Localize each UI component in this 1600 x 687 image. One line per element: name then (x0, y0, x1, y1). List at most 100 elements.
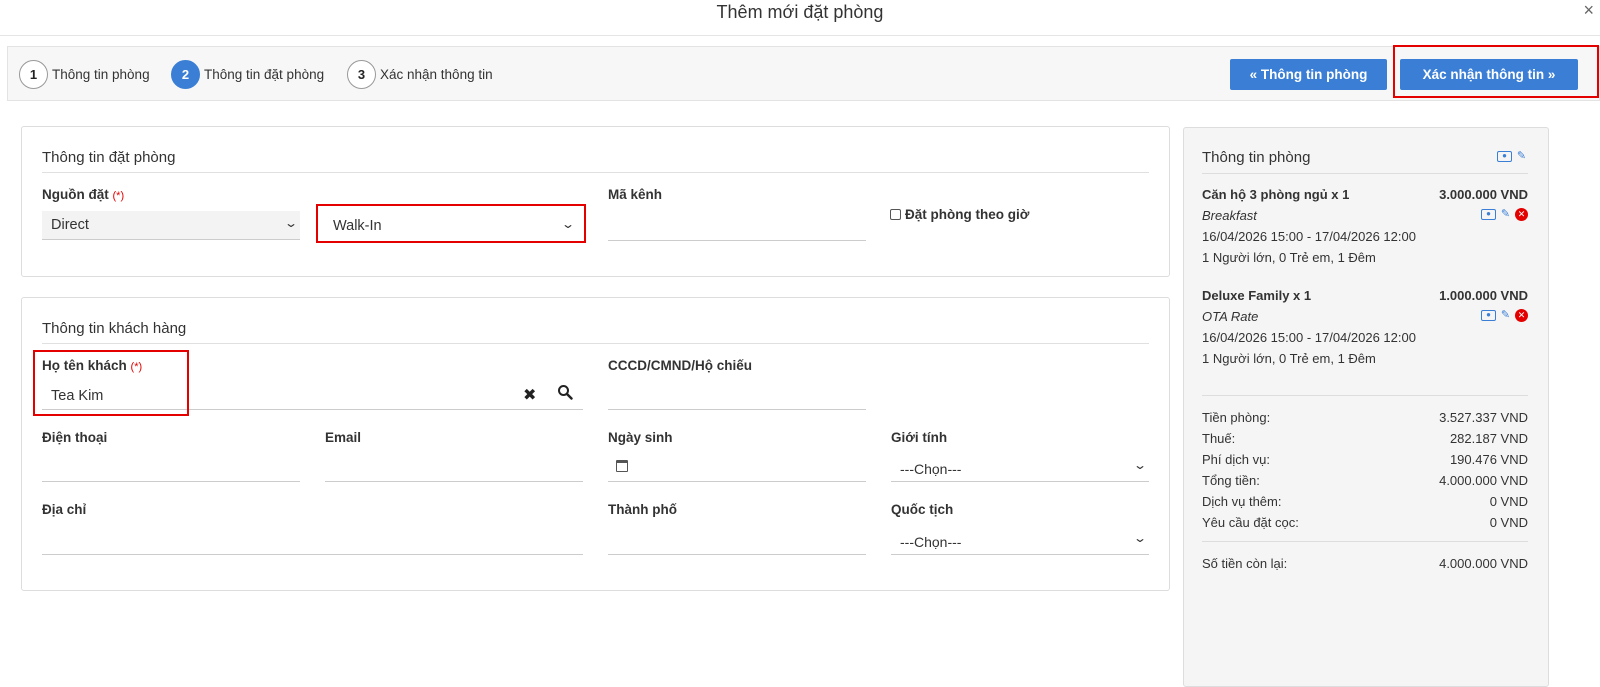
room-rate-row: OTA Rate ● ✎ ✕ (1202, 309, 1528, 324)
nationality-select[interactable]: ---Chọn--- ⌄ (891, 527, 1149, 555)
step-number: 1 (19, 60, 48, 89)
city-label: Thành phố (608, 502, 677, 517)
total-value: 4.000.000 VND (1439, 473, 1528, 488)
total-label: Yêu cầu đặt cọc: (1202, 515, 1299, 530)
underline (608, 554, 866, 555)
remaining-value: 4.000.000 VND (1439, 556, 1528, 571)
source-select[interactable]: Direct ⌄ (42, 211, 300, 240)
step-room-info[interactable]: 1 Thông tin phòng (19, 60, 150, 89)
hourly-label: Đặt phòng theo giờ (905, 207, 1030, 222)
delete-icon[interactable]: ✕ (1515, 309, 1528, 322)
phone-input[interactable] (42, 454, 300, 482)
modal-header: Thêm mới đặt phòng × (0, 0, 1600, 36)
total-label: Dịch vụ thêm: (1202, 494, 1282, 509)
room-price: 3.000.000 VND (1439, 187, 1528, 202)
step-label: Thông tin đặt phòng (204, 67, 325, 82)
search-icon[interactable] (557, 384, 575, 402)
room-summary-panel: Thông tin phòng ● ✎ Căn hộ 3 phòng ngủ x… (1183, 127, 1549, 687)
hourly-checkbox-row[interactable]: Đặt phòng theo giờ (890, 207, 1029, 222)
gender-value: ---Chọn--- (900, 461, 962, 477)
total-value: 0 VND (1489, 515, 1528, 530)
prev-room-info-button[interactable]: « Thông tin phòng (1230, 59, 1387, 90)
total-row: Yêu cầu đặt cọc: 0 VND (1202, 515, 1528, 530)
delete-icon[interactable]: ✕ (1515, 208, 1528, 221)
rate-plan: Breakfast (1202, 208, 1257, 223)
total-row: Tiền phòng: 3.527.337 VND (1202, 410, 1528, 425)
booking-info-panel: Thông tin đặt phòng Nguồn đặt (*) Direct… (21, 126, 1170, 277)
dob-label: Ngày sinh (608, 430, 673, 445)
address-label: Địa chỉ (42, 502, 87, 517)
edit-icon[interactable]: ✎ (1515, 150, 1528, 163)
total-value: 3.527.337 VND (1439, 410, 1528, 425)
gender-label: Giới tính (891, 430, 948, 445)
divider (1202, 395, 1528, 396)
total-value: 0 VND (1489, 494, 1528, 509)
rate-plan: OTA Rate (1202, 309, 1259, 324)
room-rate-row: Breakfast ● ✎ ✕ (1202, 208, 1528, 223)
total-value: 282.187 VND (1449, 431, 1528, 446)
chevron-down-icon: ⌄ (283, 216, 299, 230)
wizard-stepbar: 1 Thông tin phòng 2 Thông tin đặt phòng … (7, 46, 1600, 101)
underline (608, 240, 866, 241)
underline (891, 554, 1149, 555)
customer-info-panel: Thông tin khách hàng Họ tên khách (*) Te… (21, 297, 1170, 591)
gender-select[interactable]: ---Chọn--- ⌄ (891, 454, 1149, 482)
room-dates: 16/04/2026 15:00 - 17/04/2026 12:00 (1202, 229, 1416, 244)
step-label: Thông tin phòng (52, 67, 150, 82)
nationality-value: ---Chọn--- (900, 534, 962, 550)
hourly-checkbox[interactable] (890, 209, 901, 220)
source-value: Direct (51, 217, 89, 233)
underline (608, 481, 866, 482)
channel-label: Mã kênh (608, 187, 663, 202)
id-input[interactable] (608, 382, 866, 410)
remaining-row: Số tiền còn lại: 4.000.000 VND (1202, 556, 1528, 571)
step-booking-info[interactable]: 2 Thông tin đặt phòng (171, 60, 324, 89)
source-label-text: Nguồn đặt (42, 187, 109, 202)
summary-title: Thông tin phòng (1202, 149, 1311, 166)
id-label: CCCD/CMND/Hộ chiếu (608, 358, 752, 373)
highlight-box (1393, 45, 1599, 98)
modal-title: Thêm mới đặt phòng (716, 2, 884, 22)
total-row: Phí dịch vụ: 190.476 VND (1202, 452, 1528, 467)
nationality-label: Quốc tịch (891, 502, 954, 517)
channel-input[interactable] (608, 213, 866, 241)
calendar-icon[interactable] (616, 460, 628, 472)
money-icon[interactable]: ● (1497, 151, 1512, 162)
highlight-box (33, 350, 189, 416)
step-label: Xác nhận thông tin (380, 67, 493, 82)
total-label: Thuế: (1202, 431, 1236, 446)
divider (42, 343, 1149, 344)
total-label: Phí dịch vụ: (1202, 452, 1270, 467)
room-item: Deluxe Family x 1 1.000.000 VND (1202, 288, 1528, 303)
step-confirm[interactable]: 3 Xác nhận thông tin (347, 60, 493, 89)
address-input[interactable] (42, 526, 583, 555)
room-name: Căn hộ 3 phòng ngủ x 1 (1202, 187, 1350, 202)
total-label: Tổng tiền: (1202, 473, 1260, 488)
edit-icon[interactable]: ✎ (1499, 309, 1512, 322)
source-label: Nguồn đặt (*) (42, 187, 124, 202)
room-dates: 16/04/2026 15:00 - 17/04/2026 12:00 (1202, 330, 1416, 345)
room-name: Deluxe Family x 1 (1202, 288, 1312, 303)
underline (608, 409, 866, 410)
email-input[interactable] (325, 454, 583, 482)
underline (891, 481, 1149, 482)
clear-icon[interactable]: ✖ (523, 385, 536, 405)
required-mark: (*) (112, 190, 125, 202)
room-guests: 1 Người lớn, 0 Trẻ em, 1 Đêm (1202, 250, 1376, 265)
edit-icon[interactable]: ✎ (1499, 208, 1512, 221)
room-guests: 1 Người lớn, 0 Trẻ em, 1 Đêm (1202, 351, 1376, 366)
dob-input[interactable] (608, 454, 866, 482)
total-label: Tiền phòng: (1202, 410, 1271, 425)
room-item: Căn hộ 3 phòng ngủ x 1 3.000.000 VND (1202, 187, 1528, 202)
city-input[interactable] (608, 526, 866, 555)
money-icon[interactable]: ● (1481, 310, 1496, 321)
total-value: 190.476 VND (1449, 452, 1528, 467)
remaining-label: Số tiền còn lại: (1202, 556, 1288, 571)
highlight-box (316, 204, 586, 243)
summary-actions: ● ✎ (1497, 150, 1528, 163)
email-label: Email (325, 430, 362, 445)
chevron-down-icon: ⌄ (1132, 458, 1148, 472)
close-icon[interactable]: × (1583, 0, 1594, 21)
money-icon[interactable]: ● (1481, 209, 1496, 220)
room-price: 1.000.000 VND (1439, 288, 1528, 303)
